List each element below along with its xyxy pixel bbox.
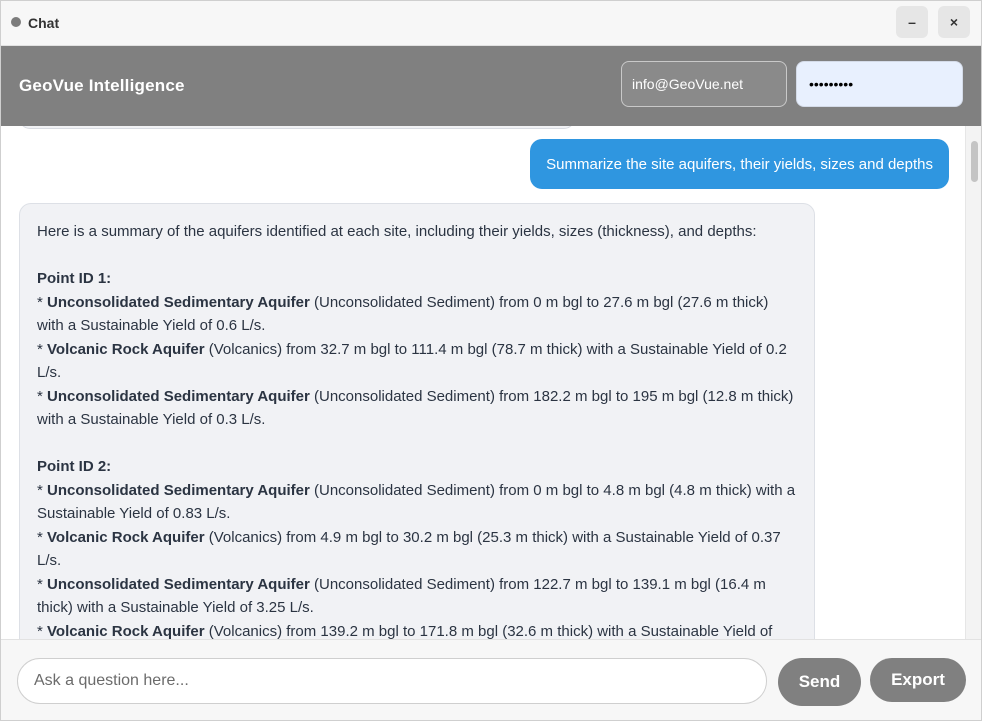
window-title: Chat [28,15,60,31]
app-header: GeoVue Intelligence [1,46,981,126]
export-button[interactable]: Export [870,658,966,702]
send-button[interactable]: Send [778,658,861,706]
previous-message-edge [19,126,575,129]
aquifer-entry: * Unconsolidated Sedimentary Aquifer (Un… [37,575,766,617]
chat-window: Chat – × GeoVue Intelligence Summarize t… [0,0,982,721]
status-dot-icon [11,17,21,27]
question-input[interactable] [17,658,767,704]
aquifer-entry: * Volcanic Rock Aquifer (Volcanics) from… [37,622,773,640]
assistant-intro: Here is a summary of the aquifers identi… [37,223,757,240]
assistant-message: Here is a summary of the aquifers identi… [19,203,815,639]
brand-title: GeoVue Intelligence [19,76,185,95]
point-title: Point ID 1: [37,270,112,287]
scrollbar-thumb[interactable] [971,141,978,182]
aquifer-entry: * Unconsolidated Sedimentary Aquifer (Un… [37,293,769,335]
title-bar: Chat – × [1,1,981,46]
aquifer-entry: * Volcanic Rock Aquifer (Volcanics) from… [37,528,781,570]
chat-messages: Summarize the site aquifers, their yield… [1,126,965,639]
aquifer-entry: * Unconsolidated Sedimentary Aquifer (Un… [37,387,794,429]
chat-scrollbar[interactable] [965,126,981,639]
user-message: Summarize the site aquifers, their yield… [530,139,949,189]
aquifer-entry: * Volcanic Rock Aquifer (Volcanics) from… [37,340,787,382]
point-title: Point ID 2: [37,458,112,475]
input-footer: Send Export [1,639,981,720]
minimize-button[interactable]: – [896,6,928,38]
email-field[interactable] [621,61,787,107]
password-field[interactable] [796,61,963,107]
aquifer-entry: * Unconsolidated Sedimentary Aquifer (Un… [37,481,796,523]
close-button[interactable]: × [938,6,970,38]
